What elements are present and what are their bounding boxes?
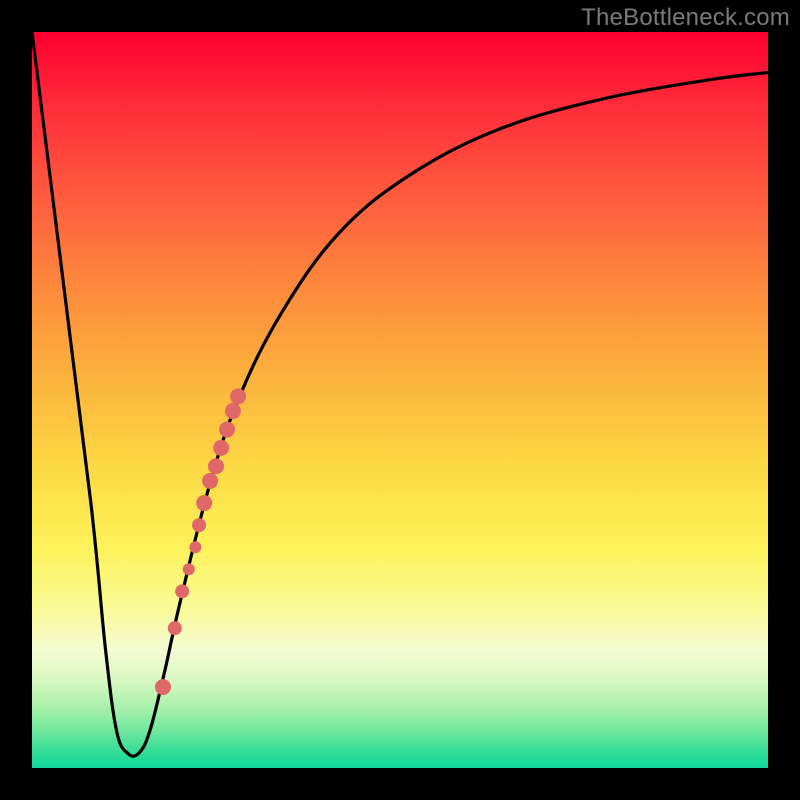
scatter-dot xyxy=(189,541,201,553)
scatter-dot xyxy=(192,518,206,532)
scatter-dot xyxy=(196,495,212,511)
chart-frame: TheBottleneck.com xyxy=(0,0,800,800)
scatter-dot xyxy=(230,388,246,404)
chart-svg xyxy=(32,32,768,768)
scatter-dot xyxy=(225,403,241,419)
scatter-dot xyxy=(168,621,182,635)
scatter-dot xyxy=(213,440,229,456)
scatter-dot xyxy=(183,563,195,575)
curve-line xyxy=(32,32,768,756)
scatter-dot xyxy=(219,421,235,437)
scatter-dot xyxy=(202,473,218,489)
plot-area xyxy=(32,32,768,768)
scatter-dot xyxy=(175,584,189,598)
scatter-dot xyxy=(208,458,224,474)
scatter-dot xyxy=(155,679,171,695)
watermark-text: TheBottleneck.com xyxy=(581,4,790,32)
